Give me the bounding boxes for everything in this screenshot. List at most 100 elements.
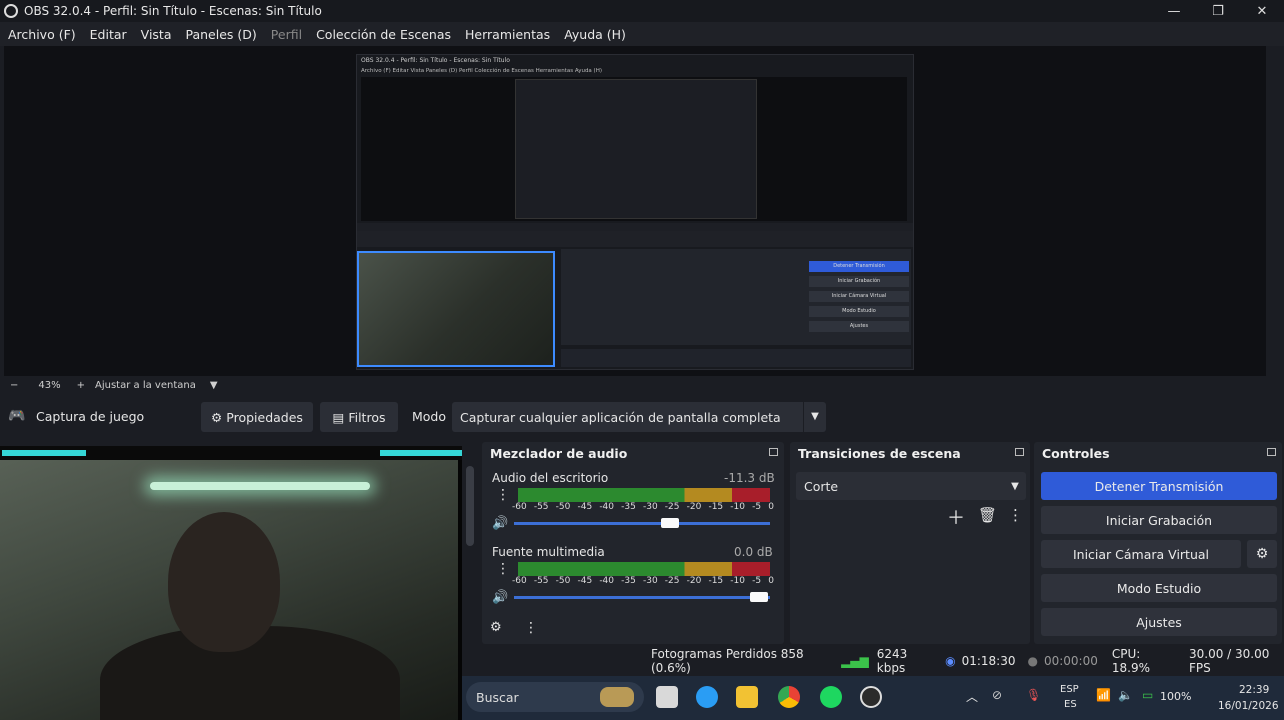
nested-preview-capture: OBS 32.0.4 - Perfil: Sin Título - Escena… [356, 54, 914, 370]
tick-label: -35 [621, 502, 636, 512]
wifi-icon[interactable]: 📶 [1096, 688, 1111, 702]
dropped-frames: Fotogramas Perdidos 858 (0.6%) [651, 647, 804, 675]
chevron-up-icon[interactable]: ︿ [966, 688, 978, 705]
volume-slider-handle[interactable] [661, 518, 679, 528]
filters-button[interactable]: ▤ Filtros [320, 402, 398, 432]
task-view-icon[interactable] [656, 686, 678, 708]
network-off-icon[interactable]: ⊘ [992, 688, 1002, 702]
trash-icon[interactable]: 🗑 [978, 506, 997, 524]
speaker-icon[interactable]: 🔊 [492, 590, 508, 605]
tick-label: -25 [664, 502, 680, 512]
nested-menu: Archivo (F) Editar Vista Paneles (D) Per… [361, 68, 602, 74]
add-icon[interactable]: ＋ [947, 504, 965, 530]
transition-value: Corte [804, 478, 839, 494]
channel-db: 0.0 dB [734, 545, 773, 559]
properties-label: Propiedades [226, 409, 303, 425]
record-status-icon: ● [1027, 654, 1038, 668]
menu-paneles[interactable]: Paneles (D) [186, 27, 257, 42]
studio-mode-button[interactable]: Modo Estudio [1041, 574, 1277, 602]
menu-vista[interactable]: Vista [141, 27, 172, 42]
volume-slider[interactable] [514, 522, 770, 525]
filters-label: Filtros [348, 409, 386, 425]
tick-label: -15 [708, 576, 724, 586]
undock-icon[interactable] [1015, 448, 1024, 456]
tick-label: -20 [686, 576, 702, 586]
settings-button[interactable]: Ajustes [1041, 608, 1277, 636]
channel-name: Audio del escritorio [492, 471, 609, 485]
nested-virtual-cam: Iniciar Cámara Virtual [809, 291, 909, 302]
menu-editar[interactable]: Editar [90, 27, 127, 42]
nested-start-record: Iniciar Grabación [809, 276, 909, 287]
battery-level: 100% [1160, 690, 1192, 703]
language-indicator[interactable]: ESP [1060, 684, 1079, 695]
gear-icon: ⚙ [211, 409, 223, 425]
tick-label: -20 [686, 502, 702, 512]
maximize-button[interactable]: ❐ [1196, 4, 1240, 19]
mode-select[interactable]: Capturar cualquier aplicación de pantall… [452, 402, 826, 432]
edge-icon[interactable] [696, 686, 718, 708]
start-recording-button[interactable]: Iniciar Grabación [1041, 506, 1277, 534]
volume-slider[interactable] [514, 596, 770, 599]
menu-ayuda[interactable]: Ayuda (H) [564, 27, 626, 42]
zoom-out-button[interactable]: − [10, 380, 18, 391]
microphone-icon[interactable]: 🎙 [1026, 688, 1041, 702]
tick-label: -30 [642, 576, 658, 586]
kebab-menu-icon[interactable]: ⋮ [1008, 506, 1023, 524]
tick-label: -10 [730, 576, 745, 586]
obs-taskbar-icon[interactable] [860, 686, 882, 708]
fit-window-button[interactable]: Ajustar a la ventana [95, 380, 196, 391]
kebab-menu-icon[interactable]: ⋮ [496, 562, 510, 576]
spotify-icon[interactable] [820, 686, 842, 708]
tick-label: -10 [730, 502, 745, 512]
undock-icon[interactable] [769, 448, 778, 456]
zoom-in-button[interactable]: + [77, 380, 85, 391]
status-bar: Fotogramas Perdidos 858 (0.6%) ▂▄▆ 6243 … [464, 647, 1284, 675]
minimize-button[interactable]: — [1152, 4, 1196, 19]
menu-herramientas[interactable]: Herramientas [465, 27, 550, 42]
virtual-camera-settings-button[interactable]: ⚙ [1247, 540, 1277, 568]
nested-webcam [357, 251, 555, 367]
audio-mixer-title: Mezclador de audio [490, 445, 628, 461]
volume-meter [518, 562, 770, 576]
zoom-dropdown[interactable]: ▼ [210, 380, 218, 391]
close-button[interactable]: ✕ [1240, 4, 1284, 19]
kebab-menu-icon[interactable]: ⋮ [524, 620, 538, 636]
nested-title: OBS 32.0.4 - Perfil: Sin Título - Escena… [361, 57, 510, 64]
clock-time[interactable]: 22:39 [1239, 684, 1269, 696]
volume-icon[interactable]: 🔈 [1118, 688, 1133, 702]
file-explorer-icon[interactable] [736, 686, 758, 708]
mixer-settings-icon[interactable]: ⚙ [490, 620, 502, 635]
clock-date[interactable]: 16/01/2026 [1218, 700, 1279, 712]
source-toolbar: 🎮 Captura de juego ⚙ Propiedades ▤ Filtr… [0, 398, 1284, 436]
nested-preview-area [361, 77, 907, 221]
mode-value: Capturar cualquier aplicación de pantall… [460, 409, 781, 425]
start-virtual-camera-button[interactable]: Iniciar Cámara Virtual [1041, 540, 1241, 568]
nested-studio-mode: Modo Estudio [809, 306, 909, 317]
preview-scrollbar[interactable] [1266, 46, 1284, 376]
fps: 30.00 / 30.00 FPS [1188, 647, 1270, 675]
tick-label: -40 [599, 576, 615, 586]
mixer-scrollbar[interactable] [466, 466, 474, 546]
chrome-icon[interactable] [778, 686, 800, 708]
transition-select[interactable]: Corte ▼ [796, 472, 1026, 500]
signal-icon: ▂▄▆ [841, 654, 869, 668]
battery-icon[interactable]: ▭ [1142, 688, 1153, 702]
properties-button[interactable]: ⚙ Propiedades [201, 402, 313, 432]
taskbar-search[interactable]: Buscar [466, 682, 644, 712]
stop-streaming-button[interactable]: Detener Transmisión [1041, 472, 1277, 500]
bitrate: 6243 kbps [876, 647, 908, 675]
menu-perfil[interactable]: Perfil [271, 27, 302, 42]
kebab-menu-icon[interactable]: ⋮ [496, 488, 510, 502]
chevron-down-icon: ▼ [1011, 480, 1019, 492]
menu-archivo[interactable]: Archivo (F) [8, 27, 76, 42]
volume-slider-handle[interactable] [750, 592, 768, 602]
tick-label: -15 [708, 502, 724, 512]
tick-label: -40 [599, 502, 615, 512]
zoom-level: 43% [38, 379, 61, 391]
speaker-icon[interactable]: 🔊 [492, 516, 508, 531]
region-indicator[interactable]: ES [1064, 699, 1077, 710]
menu-coleccion-escenas[interactable]: Colección de Escenas [316, 27, 451, 42]
tick-label: -55 [533, 576, 549, 586]
undock-icon[interactable] [1267, 448, 1276, 456]
zoom-bar: − 43% + Ajustar a la ventana ▼ [0, 376, 1284, 394]
